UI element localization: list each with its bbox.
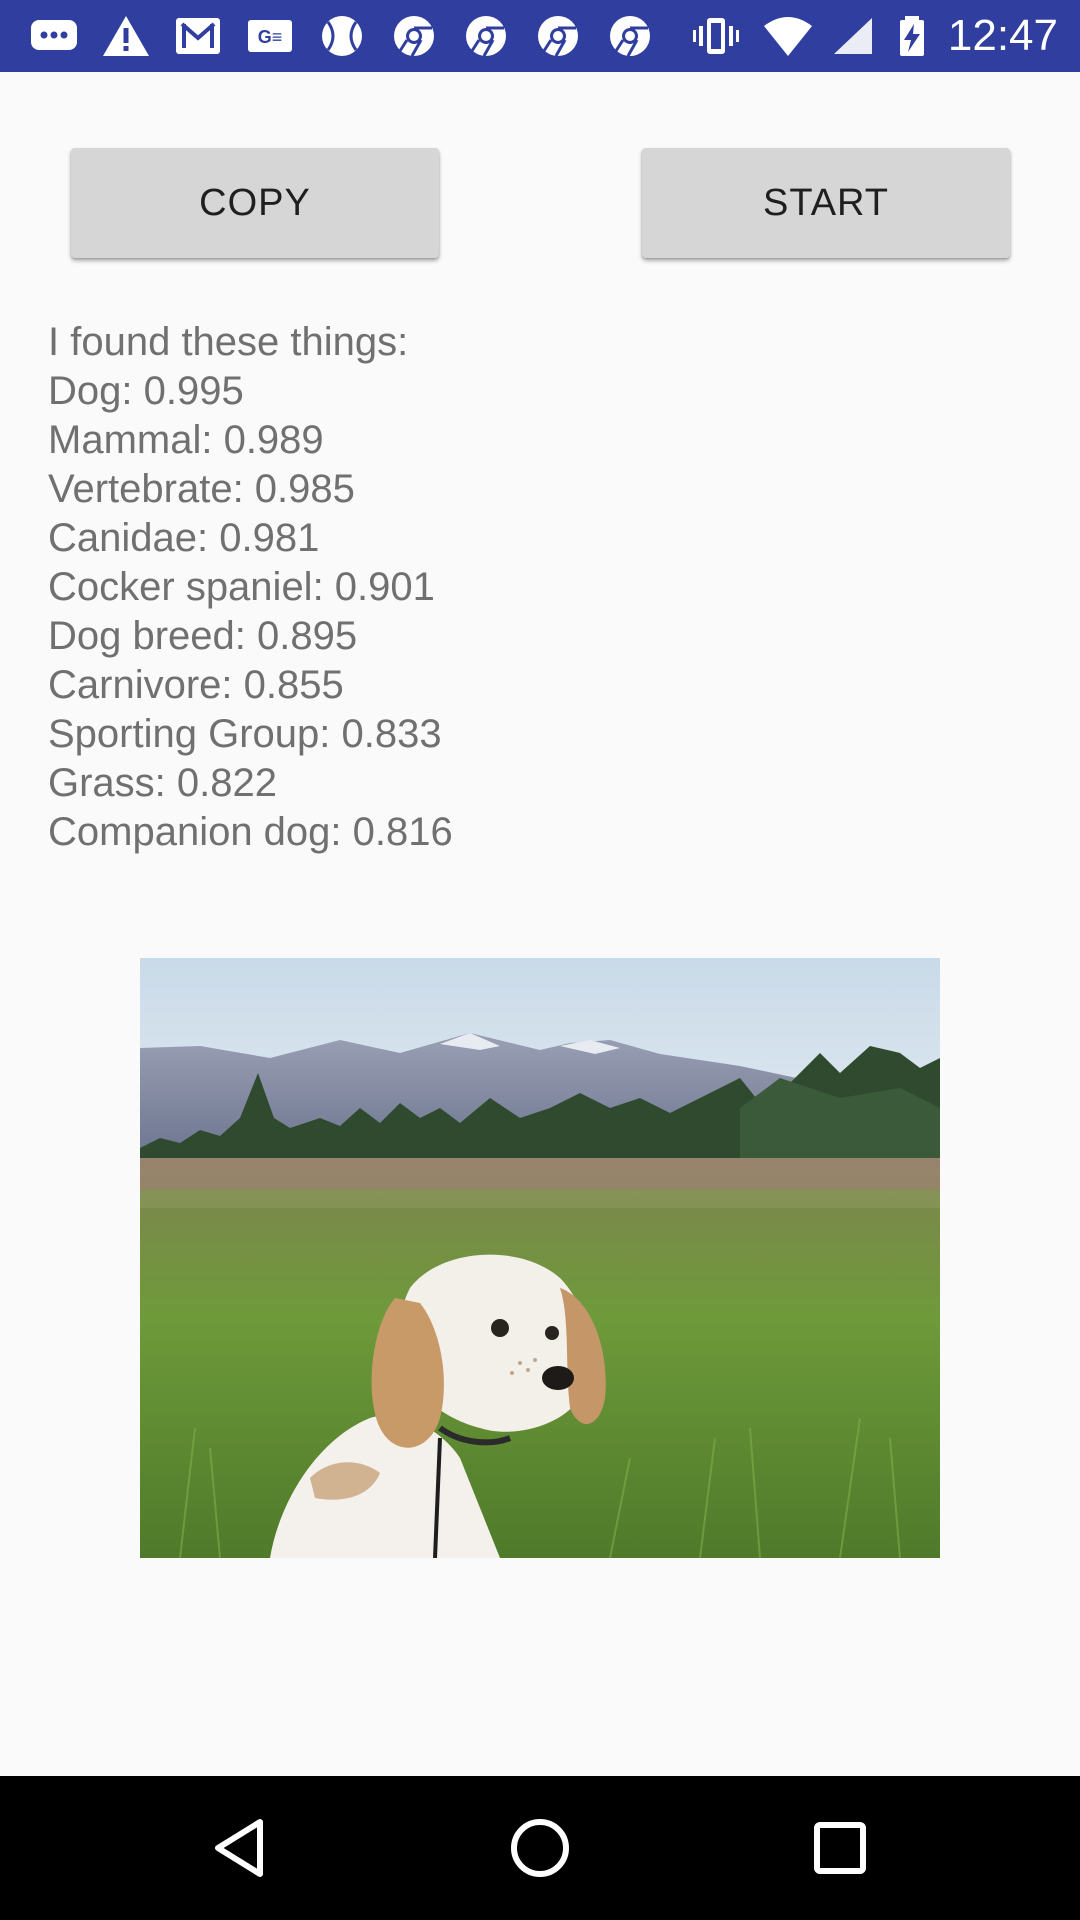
chrome-icon	[458, 12, 514, 60]
result-item: Dog breed: 0.895	[48, 614, 358, 658]
results-header: I found these things:	[48, 320, 409, 364]
result-item: Sporting Group: 0.833	[48, 712, 442, 756]
home-icon[interactable]	[490, 1798, 590, 1898]
screen: G≡ 12:47 COPY START I found these things…	[0, 0, 1080, 1920]
signal-icon	[824, 12, 880, 60]
baseball-icon	[314, 12, 370, 60]
results-text: I found these things: Dog: 0.995 Mammal:…	[48, 318, 948, 857]
chrome-icon	[530, 12, 586, 60]
chrome-icon	[386, 12, 442, 60]
copy-button[interactable]: COPY	[71, 148, 439, 258]
battery-charging-icon	[884, 12, 940, 60]
result-item: Canidae: 0.981	[48, 516, 320, 560]
ge-icon: G≡	[242, 12, 298, 60]
chrome-icon	[602, 12, 658, 60]
result-item: Cocker spaniel: 0.901	[48, 565, 435, 609]
warning-icon	[98, 12, 154, 60]
result-item: Grass: 0.822	[48, 761, 278, 805]
status-bar: G≡ 12:47	[0, 0, 1080, 72]
result-item: Companion dog: 0.816	[48, 810, 453, 854]
result-item: Vertebrate: 0.985	[48, 467, 355, 511]
result-item: Carnivore: 0.855	[48, 663, 344, 707]
svg-text:G≡: G≡	[258, 27, 283, 47]
back-icon[interactable]	[190, 1798, 290, 1898]
recents-icon[interactable]	[790, 1798, 890, 1898]
vibrate-icon	[688, 12, 744, 60]
wifi-icon	[760, 12, 816, 60]
start-button[interactable]: START	[642, 148, 1010, 258]
message-icon	[26, 12, 82, 60]
navigation-bar	[0, 1776, 1080, 1920]
result-item: Mammal: 0.989	[48, 418, 324, 462]
status-bar-clock: 12:47	[947, 11, 1058, 60]
dog-photo	[140, 958, 940, 1558]
result-item: Dog: 0.995	[48, 369, 244, 413]
gmail-icon	[170, 12, 226, 60]
